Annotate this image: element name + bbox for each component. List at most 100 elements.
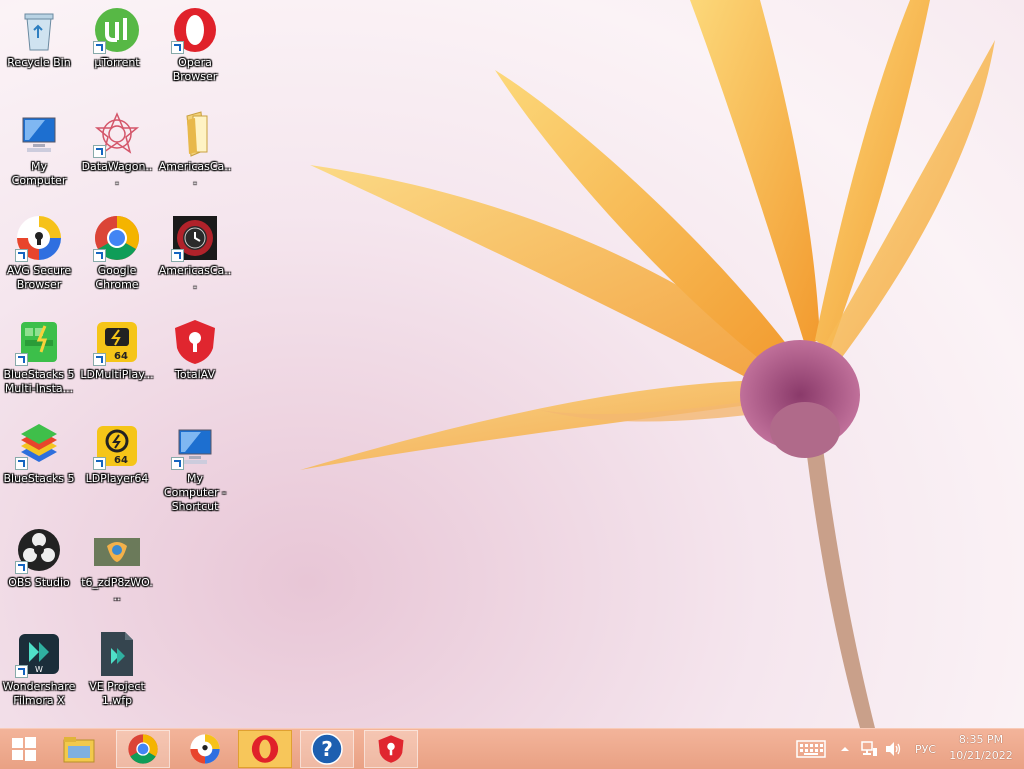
icon-label: LDPlayer64 <box>85 472 149 485</box>
shortcut-arrow-icon <box>171 457 184 470</box>
desktop-icon-bluestacks-multi[interactable]: BlueStacks 5 Multi-Insta... <box>0 312 78 396</box>
avg-browser-icon <box>190 734 220 764</box>
svg-text:64: 64 <box>114 455 128 466</box>
desktop-icon-totalav[interactable]: TotalAV <box>156 312 234 382</box>
bluestacks-multi-icon <box>15 318 63 366</box>
clock-time: 8:35 PM <box>958 733 1004 746</box>
taskbar-help[interactable]: ? <box>300 730 354 768</box>
icon-label: My Computer - Shortcut <box>163 472 227 513</box>
chrome-icon <box>128 734 158 764</box>
shortcut-arrow-icon <box>93 457 106 470</box>
desktop-icon-opera-browser[interactable]: Opera Browser <box>156 0 234 84</box>
network-icon <box>861 741 877 756</box>
desktop-icon-ve-project[interactable]: VE Project 1.wfp <box>78 624 156 708</box>
taskbar: ? РУС 8:35 PM 10/21/2022 <box>0 728 1024 769</box>
icon-label: Google Chrome <box>95 264 139 291</box>
icon-label: AmericasCa... <box>158 264 232 291</box>
utorrent-icon <box>93 6 141 54</box>
icon-label: Recycle Bin <box>7 56 71 69</box>
recycle-bin-icon <box>15 6 63 54</box>
chrome-icon <box>93 214 141 262</box>
desktop-icon-my-computer-shortcut[interactable]: My Computer - Shortcut <box>156 416 234 514</box>
network-button[interactable] <box>860 729 878 769</box>
taskbar-totalav[interactable] <box>364 730 418 768</box>
keyboard-button[interactable] <box>796 729 826 769</box>
speaker-icon <box>886 742 901 756</box>
icon-label: OBS Studio <box>8 576 70 589</box>
shortcut-arrow-icon <box>93 249 106 262</box>
desktop-icon-ldplayer64[interactable]: 64 LDPlayer64 <box>78 416 156 486</box>
desktop-icon-bluestacks-5[interactable]: BlueStacks 5 <box>0 416 78 486</box>
poker-chip-icon <box>171 214 219 262</box>
desktop-icon-avg-secure-browser[interactable]: AVG Secure Browser <box>0 208 78 292</box>
shortcut-arrow-icon <box>15 665 28 678</box>
avg-browser-icon <box>15 214 63 262</box>
clock[interactable]: 8:35 PM 10/21/2022 <box>946 732 1016 764</box>
clock-date: 10/21/2022 <box>949 749 1013 762</box>
computer-icon <box>171 422 219 470</box>
shortcut-arrow-icon <box>15 457 28 470</box>
taskbar-chrome[interactable] <box>116 730 170 768</box>
icon-label: t6_zdP8zWO... <box>81 576 153 603</box>
shortcut-arrow-icon <box>15 249 28 262</box>
help-icon: ? <box>311 733 343 765</box>
desktop-icon-recycle-bin[interactable]: Recycle Bin <box>0 0 78 70</box>
computer-icon <box>15 110 63 158</box>
wfp-file-icon <box>93 630 141 678</box>
taskbar-avg-browser[interactable] <box>178 730 232 768</box>
shortcut-arrow-icon <box>171 249 184 262</box>
icon-label: VE Project 1.wfp <box>89 680 145 707</box>
desktop-icon-my-computer[interactable]: My Computer <box>0 104 78 188</box>
svg-text:W: W <box>35 665 43 674</box>
folder-icon <box>171 110 219 158</box>
volume-button[interactable] <box>884 729 902 769</box>
shortcut-arrow-icon <box>93 353 106 366</box>
desktop-icon-utorrent[interactable]: µTorrent <box>78 0 156 70</box>
desktop-icon-ldmultiplayer[interactable]: 64 LDMultiPlay... <box>78 312 156 382</box>
opera-icon <box>251 735 279 763</box>
image-thumbnail-icon <box>93 526 141 574</box>
icon-label: BlueStacks 5 <box>3 472 75 485</box>
desktop-icon-datawagon[interactable]: DataWagon... <box>78 104 156 188</box>
bluestacks-icon <box>15 422 63 470</box>
icon-label: My Computer <box>11 160 67 187</box>
ldplayer-icon: 64 <box>93 422 141 470</box>
totalav-shield-icon <box>378 735 404 763</box>
icon-label: Wondershare Filmora X <box>2 680 76 707</box>
desktop: Recycle Bin My Computer AVG Secure Brows… <box>0 0 1024 728</box>
datawagon-icon <box>93 110 141 158</box>
shortcut-arrow-icon <box>171 41 184 54</box>
taskbar-file-explorer[interactable] <box>52 730 106 768</box>
icon-label: TotalAV <box>174 368 216 381</box>
totalav-shield-icon <box>171 318 219 366</box>
language-label: РУС <box>915 742 937 756</box>
icon-label: Opera Browser <box>172 56 218 83</box>
shortcut-arrow-icon <box>15 353 28 366</box>
shortcut-arrow-icon <box>93 41 106 54</box>
file-explorer-icon <box>63 737 95 763</box>
icon-label: BlueStacks 5 Multi-Insta... <box>3 368 75 395</box>
icon-label: µTorrent <box>94 56 140 69</box>
desktop-icon-filmora[interactable]: W Wondershare Filmora X <box>0 624 78 708</box>
icon-label: LDMultiPlay... <box>80 368 154 381</box>
desktop-icon-americascardroom[interactable]: AmericasCa... <box>156 208 234 292</box>
desktop-icon-obs-studio[interactable]: OBS Studio <box>0 520 78 590</box>
svg-text:64: 64 <box>114 351 128 362</box>
chevron-up-icon <box>841 747 849 751</box>
touch-keyboard-icon <box>796 740 826 758</box>
shortcut-arrow-icon <box>15 561 28 574</box>
icon-label: AmericasCa... <box>158 160 232 187</box>
windows-logo-icon <box>12 737 36 761</box>
desktop-icon-americascardroom-folder[interactable]: AmericasCa... <box>156 104 234 188</box>
show-hidden-icons-button[interactable] <box>840 729 850 769</box>
icon-label: DataWagon... <box>81 160 153 187</box>
svg-text:?: ? <box>321 737 333 761</box>
icon-label: AVG Secure Browser <box>6 264 72 291</box>
desktop-icon-image-file[interactable]: t6_zdP8zWO... <box>78 520 156 604</box>
desktop-icon-google-chrome[interactable]: Google Chrome <box>78 208 156 292</box>
taskbar-opera[interactable] <box>238 730 292 768</box>
opera-icon <box>171 6 219 54</box>
start-button[interactable] <box>0 730 48 768</box>
ldmultiplayer-icon: 64 <box>93 318 141 366</box>
language-indicator[interactable]: РУС <box>915 729 936 769</box>
